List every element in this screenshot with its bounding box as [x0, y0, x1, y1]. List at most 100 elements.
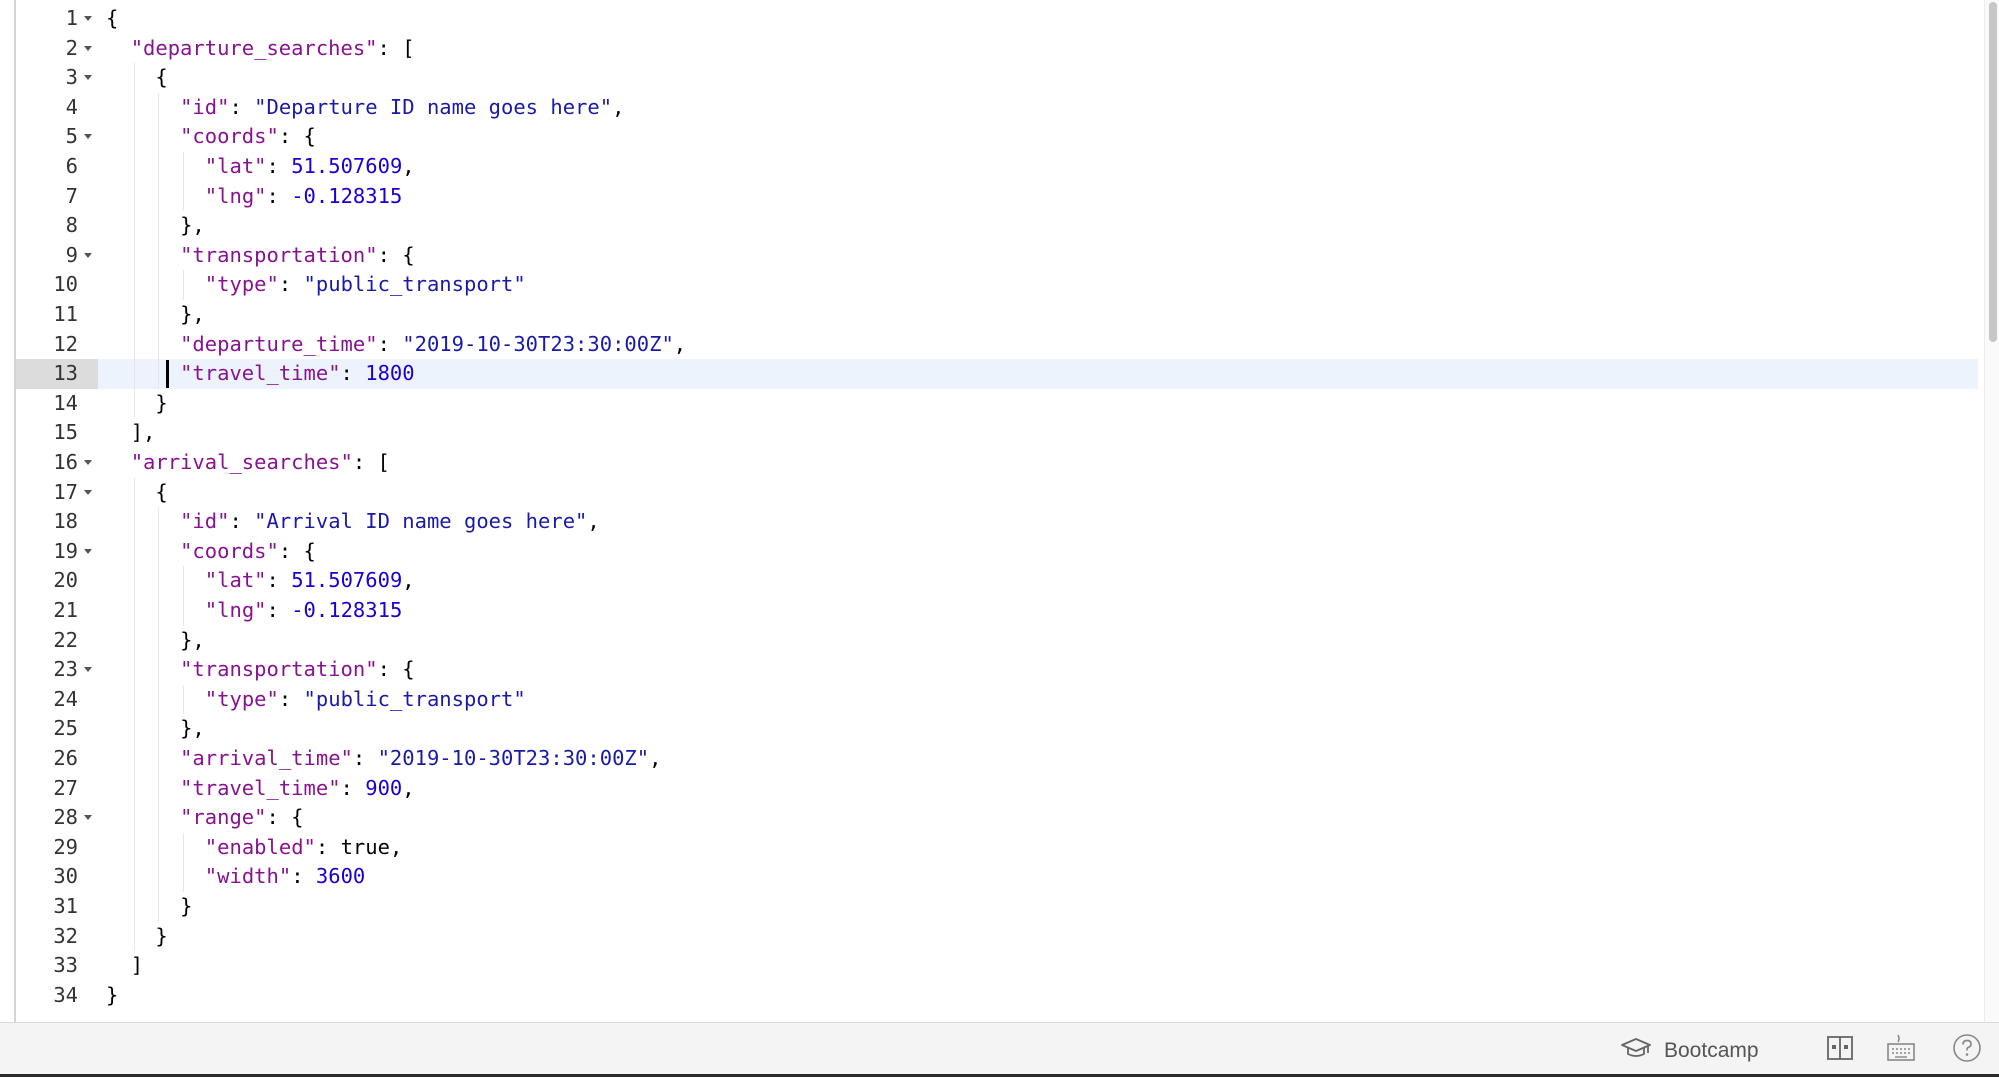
- indent-guide: [133, 921, 135, 952]
- vertical-scrollbar[interactable]: [1984, 0, 1999, 1022]
- line-number: 22: [53, 627, 78, 652]
- code-token-key: "lat": [204, 568, 267, 593]
- code-line[interactable]: "id": "Departure ID name goes here",: [180, 93, 624, 123]
- fold-arrow-icon[interactable]: [84, 45, 92, 51]
- code-line[interactable]: "arrival_searches": [: [131, 448, 390, 478]
- code-line[interactable]: "type": "public_transport": [205, 685, 526, 715]
- indent-guide: [133, 63, 135, 93]
- text-cursor: [166, 360, 170, 389]
- code-token-punc: :: [340, 775, 366, 800]
- code-line[interactable]: "departure_searches": [: [131, 34, 415, 64]
- code-line[interactable]: {: [155, 63, 167, 93]
- code-line[interactable]: "arrival_time": "2019-10-30T23:30:00Z",: [180, 744, 661, 774]
- code-line[interactable]: "departure_time": "2019-10-30T23:30:00Z"…: [180, 330, 686, 360]
- gutter-cell: 32: [16, 922, 98, 952]
- scrollbar-thumb[interactable]: [1989, 2, 1997, 342]
- fold-arrow-icon[interactable]: [84, 75, 92, 81]
- code-token-punc: ]: [130, 953, 144, 978]
- gutter-cell: 19: [16, 537, 98, 567]
- indent-guide: [183, 862, 185, 892]
- gutter-cell: 4: [16, 93, 98, 123]
- code-token-num: 51.507609: [291, 568, 403, 593]
- indent-guide: [183, 152, 185, 182]
- fold-arrow-icon[interactable]: [84, 16, 92, 21]
- code-line[interactable]: "lng": -0.128315: [205, 182, 403, 212]
- code-token-punc: ,: [389, 834, 403, 859]
- code-line[interactable]: "type": "public_transport": [205, 270, 526, 300]
- code-line[interactable]: {: [106, 4, 118, 34]
- code-line[interactable]: "lng": -0.128315: [205, 596, 403, 626]
- code-token-num: -0.128315: [291, 598, 403, 622]
- fold-arrow-icon[interactable]: [84, 134, 92, 140]
- line-number: 15: [53, 420, 78, 445]
- code-token-str: "2019-10-30T23:30:00Z": [377, 746, 650, 770]
- fold-arrow-icon[interactable]: [84, 489, 92, 495]
- indent-guide: [158, 803, 160, 833]
- line-number: 30: [53, 864, 78, 889]
- code-line[interactable]: },: [180, 626, 205, 656]
- fold-arrow-icon[interactable]: [84, 815, 92, 821]
- code-line[interactable]: "lat": 51.507609,: [205, 566, 415, 596]
- code-token-key: "travel_time": [180, 361, 341, 386]
- code-line[interactable]: }: [155, 389, 167, 419]
- code-line[interactable]: ],: [131, 418, 156, 448]
- gutter-cell: 3: [16, 63, 98, 93]
- code-line[interactable]: "range": {: [180, 803, 303, 833]
- code-token-str: "Departure ID name goes here": [254, 94, 613, 119]
- indent-guide: [133, 862, 135, 892]
- fold-arrow-icon[interactable]: [84, 667, 92, 673]
- help-button[interactable]: [1952, 1023, 1982, 1078]
- indent-guide: [158, 862, 160, 892]
- split-view-button[interactable]: [1826, 1023, 1854, 1078]
- code-line[interactable]: }: [155, 922, 167, 952]
- line-number: 3: [65, 65, 78, 90]
- code-editor[interactable]: 1 2 3 4 5 6 7 8 9 10 11 12 13 14 15 16 17 18 19 20 21 22 23 24 2…: [0, 0, 1999, 1022]
- indent-guide: [158, 596, 160, 626]
- code-line[interactable]: },: [180, 714, 205, 744]
- code-line[interactable]: }: [106, 981, 118, 1011]
- line-number: 24: [53, 686, 78, 711]
- bootcamp-button[interactable]: Bootcamp: [1620, 1023, 1759, 1078]
- indent-guide: [158, 536, 160, 567]
- code-line[interactable]: {: [155, 478, 167, 508]
- fold-arrow-icon[interactable]: [84, 460, 92, 465]
- code-token-key: "enabled": [204, 834, 316, 859]
- gutter-cell: 25: [16, 714, 98, 744]
- code-token-num: 900: [365, 775, 403, 800]
- graduation-cap-icon: [1620, 1036, 1652, 1065]
- code-line[interactable]: ]: [131, 951, 143, 981]
- code-line[interactable]: "travel_time": 1800: [180, 359, 415, 389]
- indent-guide: [133, 655, 135, 685]
- code-line[interactable]: "coords": {: [180, 537, 316, 567]
- gutter-cell: 24: [16, 685, 98, 715]
- code-token-key: "coords": [180, 538, 279, 563]
- code-line[interactable]: "id": "Arrival ID name goes here",: [180, 507, 600, 537]
- code-line[interactable]: },: [180, 211, 205, 241]
- code-line[interactable]: },: [180, 300, 205, 330]
- line-number: 26: [53, 746, 78, 770]
- code-line[interactable]: "travel_time": 900,: [180, 774, 415, 804]
- indent-guide: [158, 240, 160, 271]
- code-line[interactable]: "lat": 51.507609,: [205, 152, 415, 182]
- code-token-punc: :: [229, 509, 255, 534]
- line-number: 11: [53, 302, 78, 326]
- code-line[interactable]: }: [180, 892, 192, 922]
- fold-arrow-icon[interactable]: [84, 548, 92, 554]
- fold-arrow-icon[interactable]: [84, 252, 92, 258]
- line-number: 5: [65, 124, 78, 149]
- code-token-punc: ,: [402, 775, 415, 800]
- indent-guide: [133, 714, 135, 744]
- indent-guide: [133, 625, 135, 656]
- gutter-cell: 7: [16, 182, 98, 212]
- keyboard-button[interactable]: [1886, 1023, 1916, 1078]
- code-token-punc: },: [180, 716, 205, 741]
- line-number: 29: [53, 834, 78, 859]
- code-line[interactable]: "coords": {: [180, 122, 316, 152]
- code-line[interactable]: "transportation": {: [180, 241, 415, 271]
- code-line[interactable]: "enabled": true,: [205, 833, 403, 863]
- indent-guide: [133, 566, 135, 596]
- code-line[interactable]: "transportation": {: [180, 655, 415, 685]
- code-token-key: "id": [180, 509, 230, 534]
- line-number: 16: [53, 450, 78, 474]
- code-line[interactable]: "width": 3600: [205, 862, 365, 892]
